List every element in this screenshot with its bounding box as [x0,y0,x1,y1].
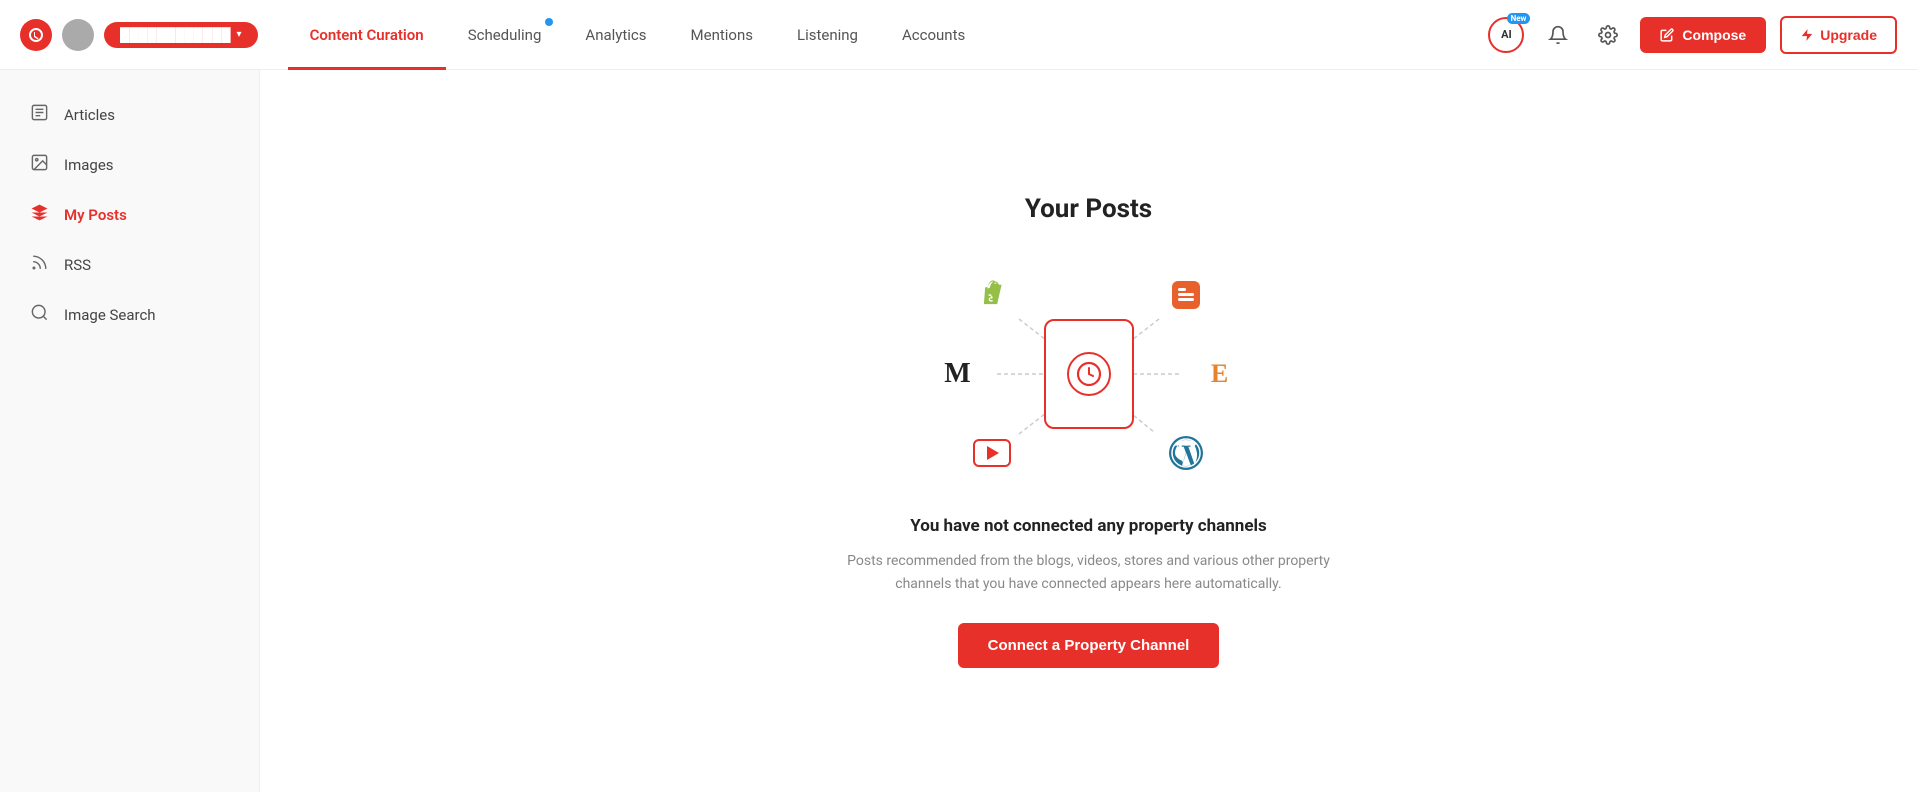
app-logo[interactable] [20,19,52,51]
sidebar-item-image-search[interactable]: Image Search [0,290,259,340]
settings-button[interactable] [1590,17,1626,53]
main-nav: Content Curation Scheduling Analytics Me… [288,0,1487,69]
logo-area: ████████████ ▾ [20,19,258,51]
sidebar-item-rss[interactable]: RSS [0,240,259,290]
compose-button[interactable]: Compose [1640,17,1766,53]
tab-mentions[interactable]: Mentions [669,0,775,70]
articles-icon [28,103,50,127]
medium-icon: M [935,351,981,397]
new-badge: New [1507,13,1531,24]
empty-description: Posts recommended from the blogs, videos… [839,550,1339,595]
shopify-icon [969,272,1015,318]
etsy-icon: E [1197,351,1243,397]
youtube-icon [969,430,1015,476]
notifications-button[interactable] [1540,17,1576,53]
header: ████████████ ▾ Content Curation Scheduli… [0,0,1917,70]
page-title: Your Posts [1025,194,1152,224]
account-name: ████████████ [120,27,231,43]
account-selector[interactable]: ████████████ ▾ [104,22,258,48]
center-logo-card [1044,319,1134,429]
tab-listening[interactable]: Listening [775,0,880,70]
sidebar: Articles Images My Posts [0,70,260,792]
sidebar-item-images[interactable]: Images [0,140,259,190]
header-right: AI New Compose U [1486,15,1897,55]
main-content: Your Posts [260,70,1917,792]
rss-icon [28,253,50,277]
app-center-logo [1067,352,1111,396]
tab-analytics[interactable]: Analytics [563,0,668,70]
chevron-down-icon: ▾ [237,29,242,40]
blogger-icon [1163,272,1209,318]
layout: Articles Images My Posts [0,70,1917,792]
ai-button-wrap: AI New [1486,15,1526,55]
image-search-icon [28,303,50,327]
channels-diagram: M E [929,264,1249,484]
scheduling-badge [545,18,553,26]
my-posts-icon [28,203,50,227]
sidebar-item-articles[interactable]: Articles [0,90,259,140]
empty-heading: You have not connected any property chan… [910,516,1267,536]
connect-property-channel-button[interactable]: Connect a Property Channel [958,623,1220,668]
wordpress-icon [1163,430,1209,476]
tab-content-curation[interactable]: Content Curation [288,0,446,70]
images-icon [28,153,50,177]
tab-accounts[interactable]: Accounts [880,0,987,70]
sidebar-item-my-posts[interactable]: My Posts [0,190,259,240]
tab-scheduling[interactable]: Scheduling [446,0,564,70]
avatar[interactable] [62,19,94,51]
upgrade-button[interactable]: Upgrade [1780,16,1897,54]
